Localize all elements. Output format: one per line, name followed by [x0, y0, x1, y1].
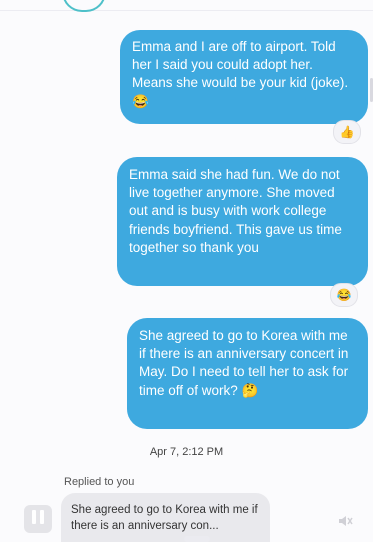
- message-text: Emma and I are off to airport. Told her …: [132, 39, 349, 109]
- message-text: She agreed to go to Korea with me if the…: [139, 328, 349, 398]
- message-timestamp: Apr 7, 2:12 PM: [149, 446, 224, 458]
- home-indicator: [184, 536, 210, 542]
- reply-quote-text: She agreed to go to Korea with me if the…: [71, 504, 258, 532]
- laughing-face-icon: 😂: [336, 288, 352, 302]
- mute-button[interactable]: [333, 509, 357, 533]
- message-bubble[interactable]: She agreed to go to Korea with me if the…: [127, 318, 368, 429]
- message-text: Emma said she had fun. We do not live to…: [129, 167, 342, 255]
- message-bubble[interactable]: Emma and I are off to airport. Told her …: [120, 30, 368, 124]
- reaction-badge[interactable]: 😂: [330, 283, 358, 307]
- pause-icon: [30, 509, 46, 529]
- mute-icon: [339, 516, 353, 526]
- top-bar: [0, 0, 373, 11]
- reply-quote[interactable]: She agreed to go to Korea with me if the…: [61, 493, 270, 542]
- pause-button[interactable]: [24, 505, 52, 533]
- thumbs-up-icon: 👍: [339, 125, 355, 139]
- reaction-badge[interactable]: 👍: [333, 120, 361, 144]
- message-bubble[interactable]: Emma said she had fun. We do not live to…: [117, 157, 368, 286]
- replied-label: Replied to you: [64, 476, 135, 488]
